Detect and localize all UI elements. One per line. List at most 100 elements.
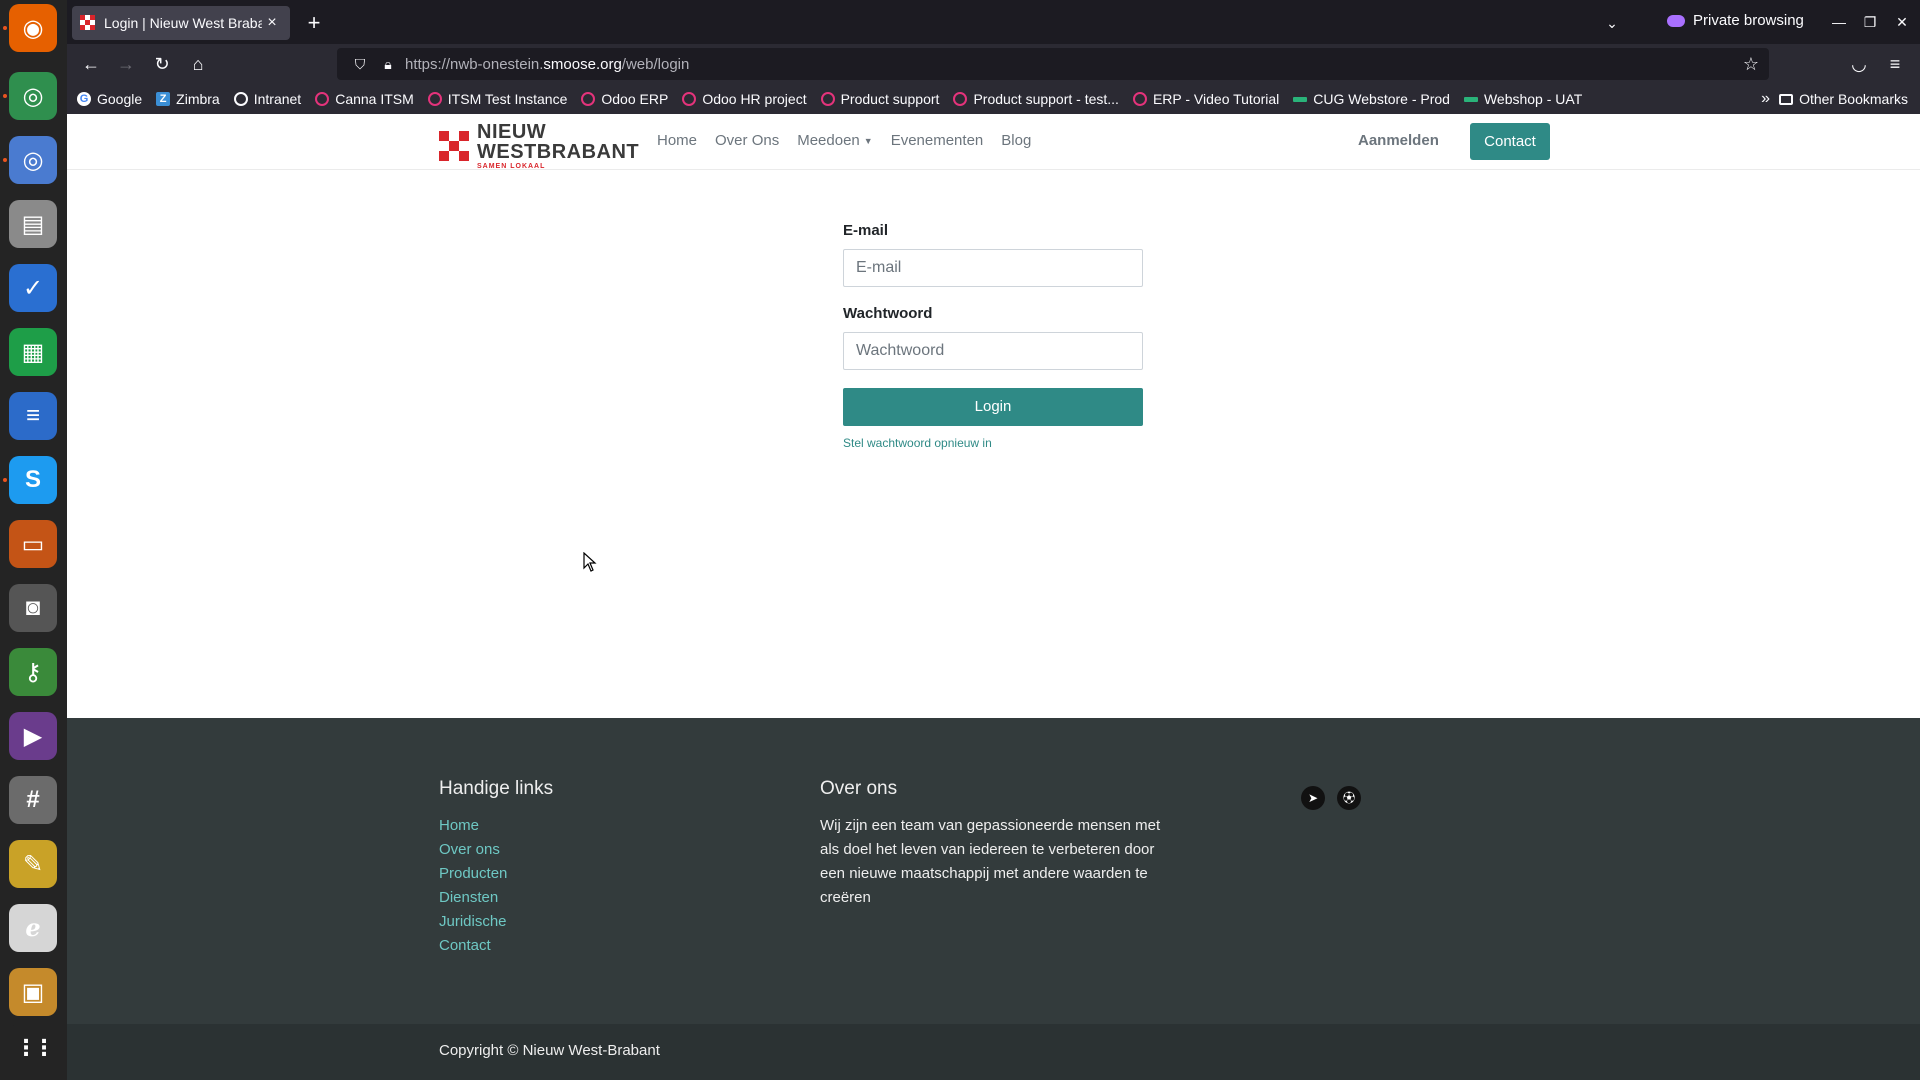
odoo-favicon-icon — [820, 92, 835, 106]
logo-line-2: WESTBRABANT — [477, 141, 640, 163]
site-footer: Handige links Home Over ons Producten Di… — [67, 718, 1920, 1024]
bookmark-item[interactable]: Intranet — [233, 91, 301, 107]
z-favicon-icon: Z — [156, 92, 171, 106]
restore-icon[interactable]: ❐ — [1858, 10, 1882, 34]
footer-link-home[interactable]: Home — [439, 814, 553, 838]
bookmark-item[interactable]: ERP - Video Tutorial — [1132, 91, 1280, 107]
calculator-icon[interactable]: # — [9, 776, 57, 824]
bookmark-item[interactable]: Product support - test... — [953, 91, 1119, 107]
footer-link-over-ons[interactable]: Over ons — [439, 838, 553, 862]
logo-checker-icon — [439, 131, 469, 161]
soccer-ball-icon[interactable]: ⚽︎ — [1337, 786, 1361, 810]
camera-icon[interactable]: ◙ — [9, 584, 57, 632]
main-menu: Home Over Ons Meedoen ▼ Evenementen Blog — [657, 132, 1031, 149]
bookmark-label: ITSM Test Instance — [447, 91, 568, 107]
bookmark-item[interactable]: G Google — [77, 91, 142, 107]
bookmark-label: Product support - test... — [973, 91, 1119, 107]
pocket-icon[interactable]: ◡ — [1844, 49, 1874, 79]
menu-item-meedoen[interactable]: Meedoen ▼ — [797, 132, 872, 149]
copyright-text: Copyright © Nieuw West-Brabant — [439, 1042, 660, 1059]
menu-item-evenementen[interactable]: Evenementen — [891, 132, 984, 149]
reload-icon[interactable]: ↻ — [147, 49, 177, 79]
bookmark-label: Odoo ERP — [601, 91, 669, 107]
url-domain: smoose.org — [543, 55, 622, 73]
password-placeholder: Wachtwoord — [856, 342, 945, 359]
private-mask-icon — [1667, 14, 1685, 27]
pdf-viewer-icon[interactable]: ℯ — [9, 904, 57, 952]
back-arrow-icon[interactable]: ← — [76, 49, 106, 79]
text-editor-icon[interactable]: ✎ — [9, 840, 57, 888]
impress-icon[interactable]: ▭ — [9, 520, 57, 568]
new-tab-button[interactable]: + — [299, 8, 329, 38]
bookmark-item[interactable]: Odoo HR project — [682, 91, 807, 107]
running-indicator — [3, 478, 7, 482]
footer-link-juridische[interactable]: Juridische — [439, 910, 553, 934]
contact-button[interactable]: Contact — [1470, 123, 1550, 160]
bookmark-label: ERP - Video Tutorial — [1152, 91, 1280, 107]
other-bookmarks-folder[interactable]: Other Bookmarks — [1779, 91, 1908, 107]
tab-list-chevron-icon[interactable]: ⌄ — [1597, 8, 1627, 38]
more-bookmarks-icon[interactable]: » — [1761, 90, 1770, 108]
url-path: /web/login — [621, 55, 690, 73]
forward-arrow-icon[interactable]: → — [111, 49, 141, 79]
g-favicon-icon: G — [77, 92, 91, 106]
active-tab[interactable]: Login | Nieuw West Brabant × — [72, 6, 290, 40]
site-favicon-icon — [80, 15, 95, 30]
email-field[interactable]: E-mail — [843, 249, 1143, 287]
telegram-icon[interactable]: ➤ — [1301, 786, 1325, 810]
url-prefix: https://nwb-onestein. — [405, 55, 544, 73]
bookmark-label: Canna ITSM — [335, 91, 414, 107]
hamburger-menu-icon[interactable]: ≡ — [1880, 49, 1910, 79]
tasks-icon[interactable]: ✓ — [9, 264, 57, 312]
bookmark-item[interactable]: Webshop - UAT — [1463, 91, 1583, 107]
address-bar[interactable]: ⛉ 🔒︎ https://nwb-onestein. smoose.org/web… — [337, 48, 1769, 80]
footer-about-text: Wij zijn een team van gepassioneerde men… — [820, 817, 1161, 906]
close-tab-icon[interactable]: × — [262, 14, 282, 32]
skype-icon[interactable]: S — [9, 456, 57, 504]
odoo-favicon-icon — [1132, 92, 1147, 106]
signin-link[interactable]: Aanmelden — [1358, 132, 1439, 149]
mouse-cursor-icon — [583, 552, 597, 572]
firefox-icon[interactable]: ◉ — [9, 4, 57, 52]
app-dock: ◉ ◎ ◎ ▤ ✓ ▦ ≡ S ▭ ◙ ⚷ ▶ # ✎ ℯ ▣ ⋮⋮ — [0, 0, 67, 1080]
social-links: ➤ ⚽︎ — [1301, 786, 1361, 810]
image-viewer-icon[interactable]: ▣ — [9, 968, 57, 1016]
keepass-icon[interactable]: ⚷ — [9, 648, 57, 696]
files-icon[interactable]: ▤ — [9, 200, 57, 248]
site-header: NIEUW WESTBRABANT SAMEN LOKAAL Home Over… — [67, 114, 1920, 170]
writer-icon[interactable]: ≡ — [9, 392, 57, 440]
footer-link-diensten[interactable]: Diensten — [439, 886, 553, 910]
bookmark-item[interactable]: Canna ITSM — [315, 91, 414, 107]
reset-password-link[interactable]: Stel wachtwoord opnieuw in — [843, 436, 1143, 450]
home-icon[interactable]: ⌂ — [183, 49, 213, 79]
password-field[interactable]: Wachtwoord — [843, 332, 1143, 370]
globe-favicon-icon — [233, 92, 248, 106]
footer-link-producten[interactable]: Producten — [439, 862, 553, 886]
menu-item-meedoen-label: Meedoen — [797, 132, 860, 149]
video-icon[interactable]: ▶ — [9, 712, 57, 760]
footer-link-contact[interactable]: Contact — [439, 934, 553, 958]
bookmark-item[interactable]: Z Zimbra — [156, 91, 220, 107]
app-grid-icon[interactable]: ⋮⋮ — [9, 1024, 57, 1072]
minimize-icon[interactable]: — — [1827, 10, 1851, 34]
bookmark-star-icon[interactable]: ☆ — [1743, 54, 1759, 75]
close-window-icon[interactable]: ✕ — [1890, 10, 1914, 34]
login-button[interactable]: Login — [843, 388, 1143, 426]
tracking-shield-icon[interactable]: ⛉ — [349, 56, 371, 73]
site-logo[interactable]: NIEUW WESTBRABANT SAMEN LOKAAL — [439, 122, 639, 170]
tab-bar: Login | Nieuw West Brabant × + ⌄ Private… — [67, 0, 1920, 44]
bookmark-label: CUG Webstore - Prod — [1313, 91, 1450, 107]
spreadsheet-icon[interactable]: ▦ — [9, 328, 57, 376]
menu-item-over-ons[interactable]: Over Ons — [715, 132, 779, 149]
bookmark-item[interactable]: Odoo ERP — [581, 91, 668, 107]
lock-icon[interactable]: 🔒︎ — [377, 56, 399, 73]
menu-item-blog[interactable]: Blog — [1001, 132, 1031, 149]
menu-item-home[interactable]: Home — [657, 132, 697, 149]
bookmark-item[interactable]: ITSM Test Instance — [427, 91, 568, 107]
bookmark-item[interactable]: Product support — [820, 91, 939, 107]
chrome-icon[interactable]: ◎ — [9, 72, 57, 120]
bookmark-label: Webshop - UAT — [1483, 91, 1583, 107]
chromium-icon[interactable]: ◎ — [9, 136, 57, 184]
email-label: E-mail — [843, 222, 889, 239]
bookmark-item[interactable]: CUG Webstore - Prod — [1293, 91, 1450, 107]
